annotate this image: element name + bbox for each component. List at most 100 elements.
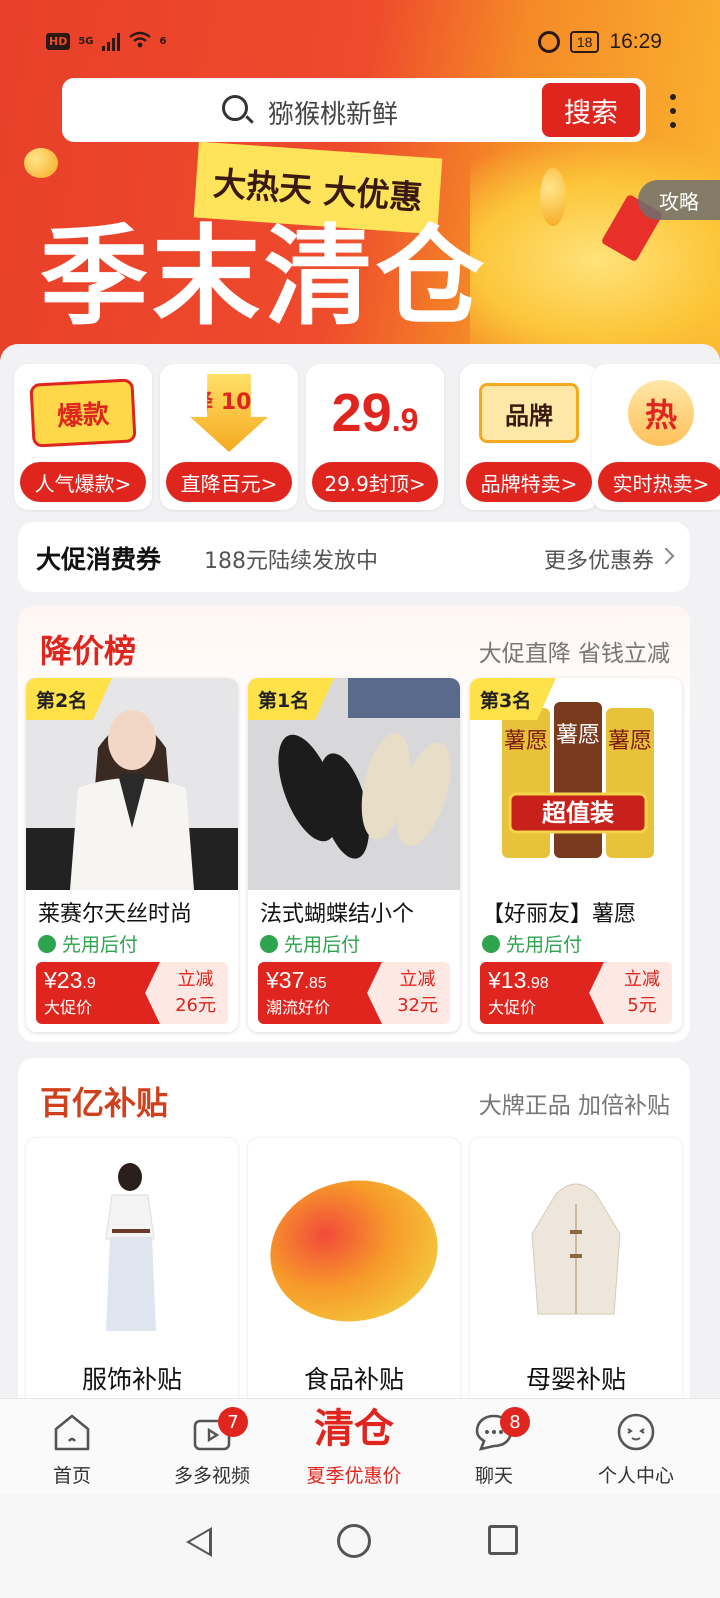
hd-indicator: HD — [46, 33, 71, 50]
subsidy-card-food[interactable]: 食品补贴 — [248, 1138, 460, 1398]
tab-chat[interactable]: 8 聊天 — [422, 1399, 566, 1495]
wifi-label: 6 — [159, 35, 167, 47]
back-icon[interactable] — [186, 1527, 212, 1557]
category-label: 直降百元> — [166, 462, 292, 502]
subsidy-name: 服饰补贴 — [81, 1365, 182, 1394]
coin-decoration — [540, 168, 566, 226]
coin-decoration — [24, 148, 58, 178]
product-name: 【好丽友】薯愿 — [482, 902, 637, 927]
subsidy-card-apparel[interactable]: 服饰补贴 — [26, 1138, 238, 1398]
pay-later-badge: 先用后付 — [38, 930, 138, 957]
subsidy-card-baby[interactable]: 母婴补贴 — [470, 1138, 682, 1398]
discount: 立减 26元 — [175, 969, 216, 1016]
price-label: 大促价 — [488, 998, 537, 1017]
profile-icon — [617, 1413, 655, 1451]
battery-indicator: 18 — [569, 31, 600, 53]
chips-brand-text: 薯愿 — [556, 723, 600, 748]
discount: 立减 32元 — [397, 969, 438, 1016]
promo-banner[interactable]: HD 5G 6 18 16:29 猕猴桃新鲜 搜索 大热天 大优惠 季末清仓 攻… — [0, 0, 720, 360]
more-coupons-link[interactable]: 更多优惠券 — [544, 543, 654, 575]
main-content: 爆款 人气爆款> 降 100 直降百元> 29.9 29.9封顶> 品牌 品牌特… — [0, 344, 720, 1398]
more-menu-icon[interactable] — [664, 94, 682, 128]
hot-items-badge: 爆款 — [29, 378, 137, 448]
product-name: 莱赛尔天丝时尚 — [38, 902, 193, 927]
tab-label: 个人中心 — [597, 1465, 674, 1487]
chips-brand-text: 薯愿 — [608, 729, 652, 754]
price-tag: ¥13.98 大促价 立减 5元 — [480, 962, 672, 1024]
clock: 16:29 — [609, 30, 662, 53]
price-cap-badge: 29.9 — [331, 383, 419, 443]
down-arrow-icon: 降 100 — [190, 374, 268, 452]
banner-burst-decoration — [470, 140, 720, 360]
tab-clearance[interactable]: 清仓 夏季优惠价 — [282, 1399, 426, 1495]
price-drop-title: 降价榜 — [40, 632, 137, 670]
search-input[interactable]: 猕猴桃新鲜 — [268, 94, 398, 131]
tab-label: 首页 — [52, 1465, 91, 1487]
banner-title: 季末清仓 — [40, 215, 489, 340]
tab-label: 多多视频 — [173, 1465, 250, 1487]
coupon-title: 大促消费券 — [36, 545, 162, 574]
discount: 立减 5元 — [624, 969, 660, 1016]
product-card[interactable]: 第2名 莱赛尔天丝时尚 先用后付 ¥23.9 大促价 立减 26元 — [26, 678, 238, 1032]
category-label: 人气爆款> — [20, 462, 146, 502]
alarm-icon — [537, 31, 560, 53]
home-icon — [54, 1414, 90, 1451]
baby-coat-image — [470, 1154, 682, 1344]
category-realtime-hot[interactable]: 热 实时热卖> — [592, 364, 720, 510]
pay-later-badge: 先用后付 — [260, 930, 360, 957]
status-bar: HD 5G 6 18 16:29 — [0, 0, 720, 86]
apparel-image — [26, 1154, 238, 1344]
subsidy-name: 母婴补贴 — [525, 1365, 626, 1394]
tab-videos[interactable]: 7 多多视频 — [140, 1399, 284, 1495]
tab-home[interactable]: 首页 — [0, 1399, 144, 1495]
product-card[interactable]: 薯愿 薯愿 薯愿 超值装 第3名 【好丽友】薯愿 先用后付 ¥13.98 大促价… — [470, 678, 682, 1032]
price-tag: ¥23.9 大促价 立减 26元 — [36, 962, 228, 1024]
wifi-icon — [128, 31, 152, 52]
subsidy-subtitle[interactable]: 大牌正品 加倍补贴 — [479, 1086, 670, 1120]
category-hot-items[interactable]: 爆款 人气爆款> — [14, 364, 152, 510]
search-button[interactable]: 搜索 — [542, 83, 640, 137]
subsidy-title: 百亿补贴 — [40, 1084, 169, 1122]
chips-brand-text: 薯愿 — [504, 729, 548, 754]
search-bar[interactable]: 猕猴桃新鲜 搜索 — [62, 78, 646, 142]
guide-button[interactable]: 攻略 — [638, 180, 720, 220]
pay-later-badge: 先用后付 — [482, 930, 582, 957]
coupon-subtitle: 188元陆续发放中 — [204, 549, 378, 574]
price-drop-panel: 降价榜 大促直降 省钱立减 第2名 莱赛尔天丝时尚 先用后付 ¥23.9 大促价… — [18, 606, 690, 1042]
product-card[interactable]: 第1名 法式蝴蝶结小个 先用后付 ¥37.85 潮流好价 立减 32元 — [248, 678, 460, 1032]
chips-banner-text: 超值装 — [542, 799, 614, 827]
category-label: 品牌特卖> — [466, 462, 592, 502]
price-tag: ¥37.85 潮流好价 立减 32元 — [258, 962, 450, 1024]
subsidy-panel: 百亿补贴 大牌正品 加倍补贴 服饰补贴 食品补贴 母婴补贴 — [18, 1058, 690, 1398]
category-price-drop[interactable]: 降 100 直降百元> — [160, 364, 298, 510]
pay-later-icon — [38, 934, 56, 953]
notification-badge: 7 — [218, 1407, 248, 1437]
price-value: ¥13.98 — [488, 967, 549, 993]
pay-later-icon — [482, 934, 500, 953]
tab-clearance-title: 清仓 — [314, 1406, 394, 1452]
flame-icon: 热 — [628, 380, 694, 446]
search-icon — [222, 95, 248, 121]
network-type: 5G — [78, 35, 94, 47]
category-label: 实时热卖> — [598, 462, 720, 502]
price-value: ¥23.9 — [44, 967, 96, 993]
coupon-bar[interactable]: 大促消费券 188元陆续发放中 更多优惠券 — [18, 522, 690, 592]
bottom-tab-bar: 首页 7 多多视频 清仓 夏季优惠价 8 聊天 个人中心 — [0, 1398, 720, 1494]
tab-profile[interactable]: 个人中心 — [564, 1399, 708, 1495]
category-label: 29.9封顶> — [312, 462, 438, 502]
price-label: 潮流好价 — [266, 998, 331, 1017]
brand-badge: 品牌 — [479, 383, 579, 443]
price-value: ¥37.85 — [266, 967, 327, 993]
system-nav-bar — [0, 1494, 720, 1598]
home-circle-icon[interactable] — [337, 1524, 371, 1558]
mango-image — [248, 1154, 460, 1344]
tab-label: 夏季优惠价 — [306, 1465, 402, 1487]
tab-label: 聊天 — [474, 1465, 513, 1487]
category-299-cap[interactable]: 29.9 29.9封顶> — [306, 364, 444, 510]
price-label: 大促价 — [44, 998, 93, 1017]
recent-apps-icon[interactable] — [488, 1525, 518, 1555]
chevron-right-icon — [657, 547, 675, 565]
price-drop-subtitle[interactable]: 大促直降 省钱立减 — [479, 634, 670, 668]
category-brand-sale[interactable]: 品牌 品牌特卖> — [460, 364, 598, 510]
notification-badge: 8 — [500, 1407, 530, 1437]
